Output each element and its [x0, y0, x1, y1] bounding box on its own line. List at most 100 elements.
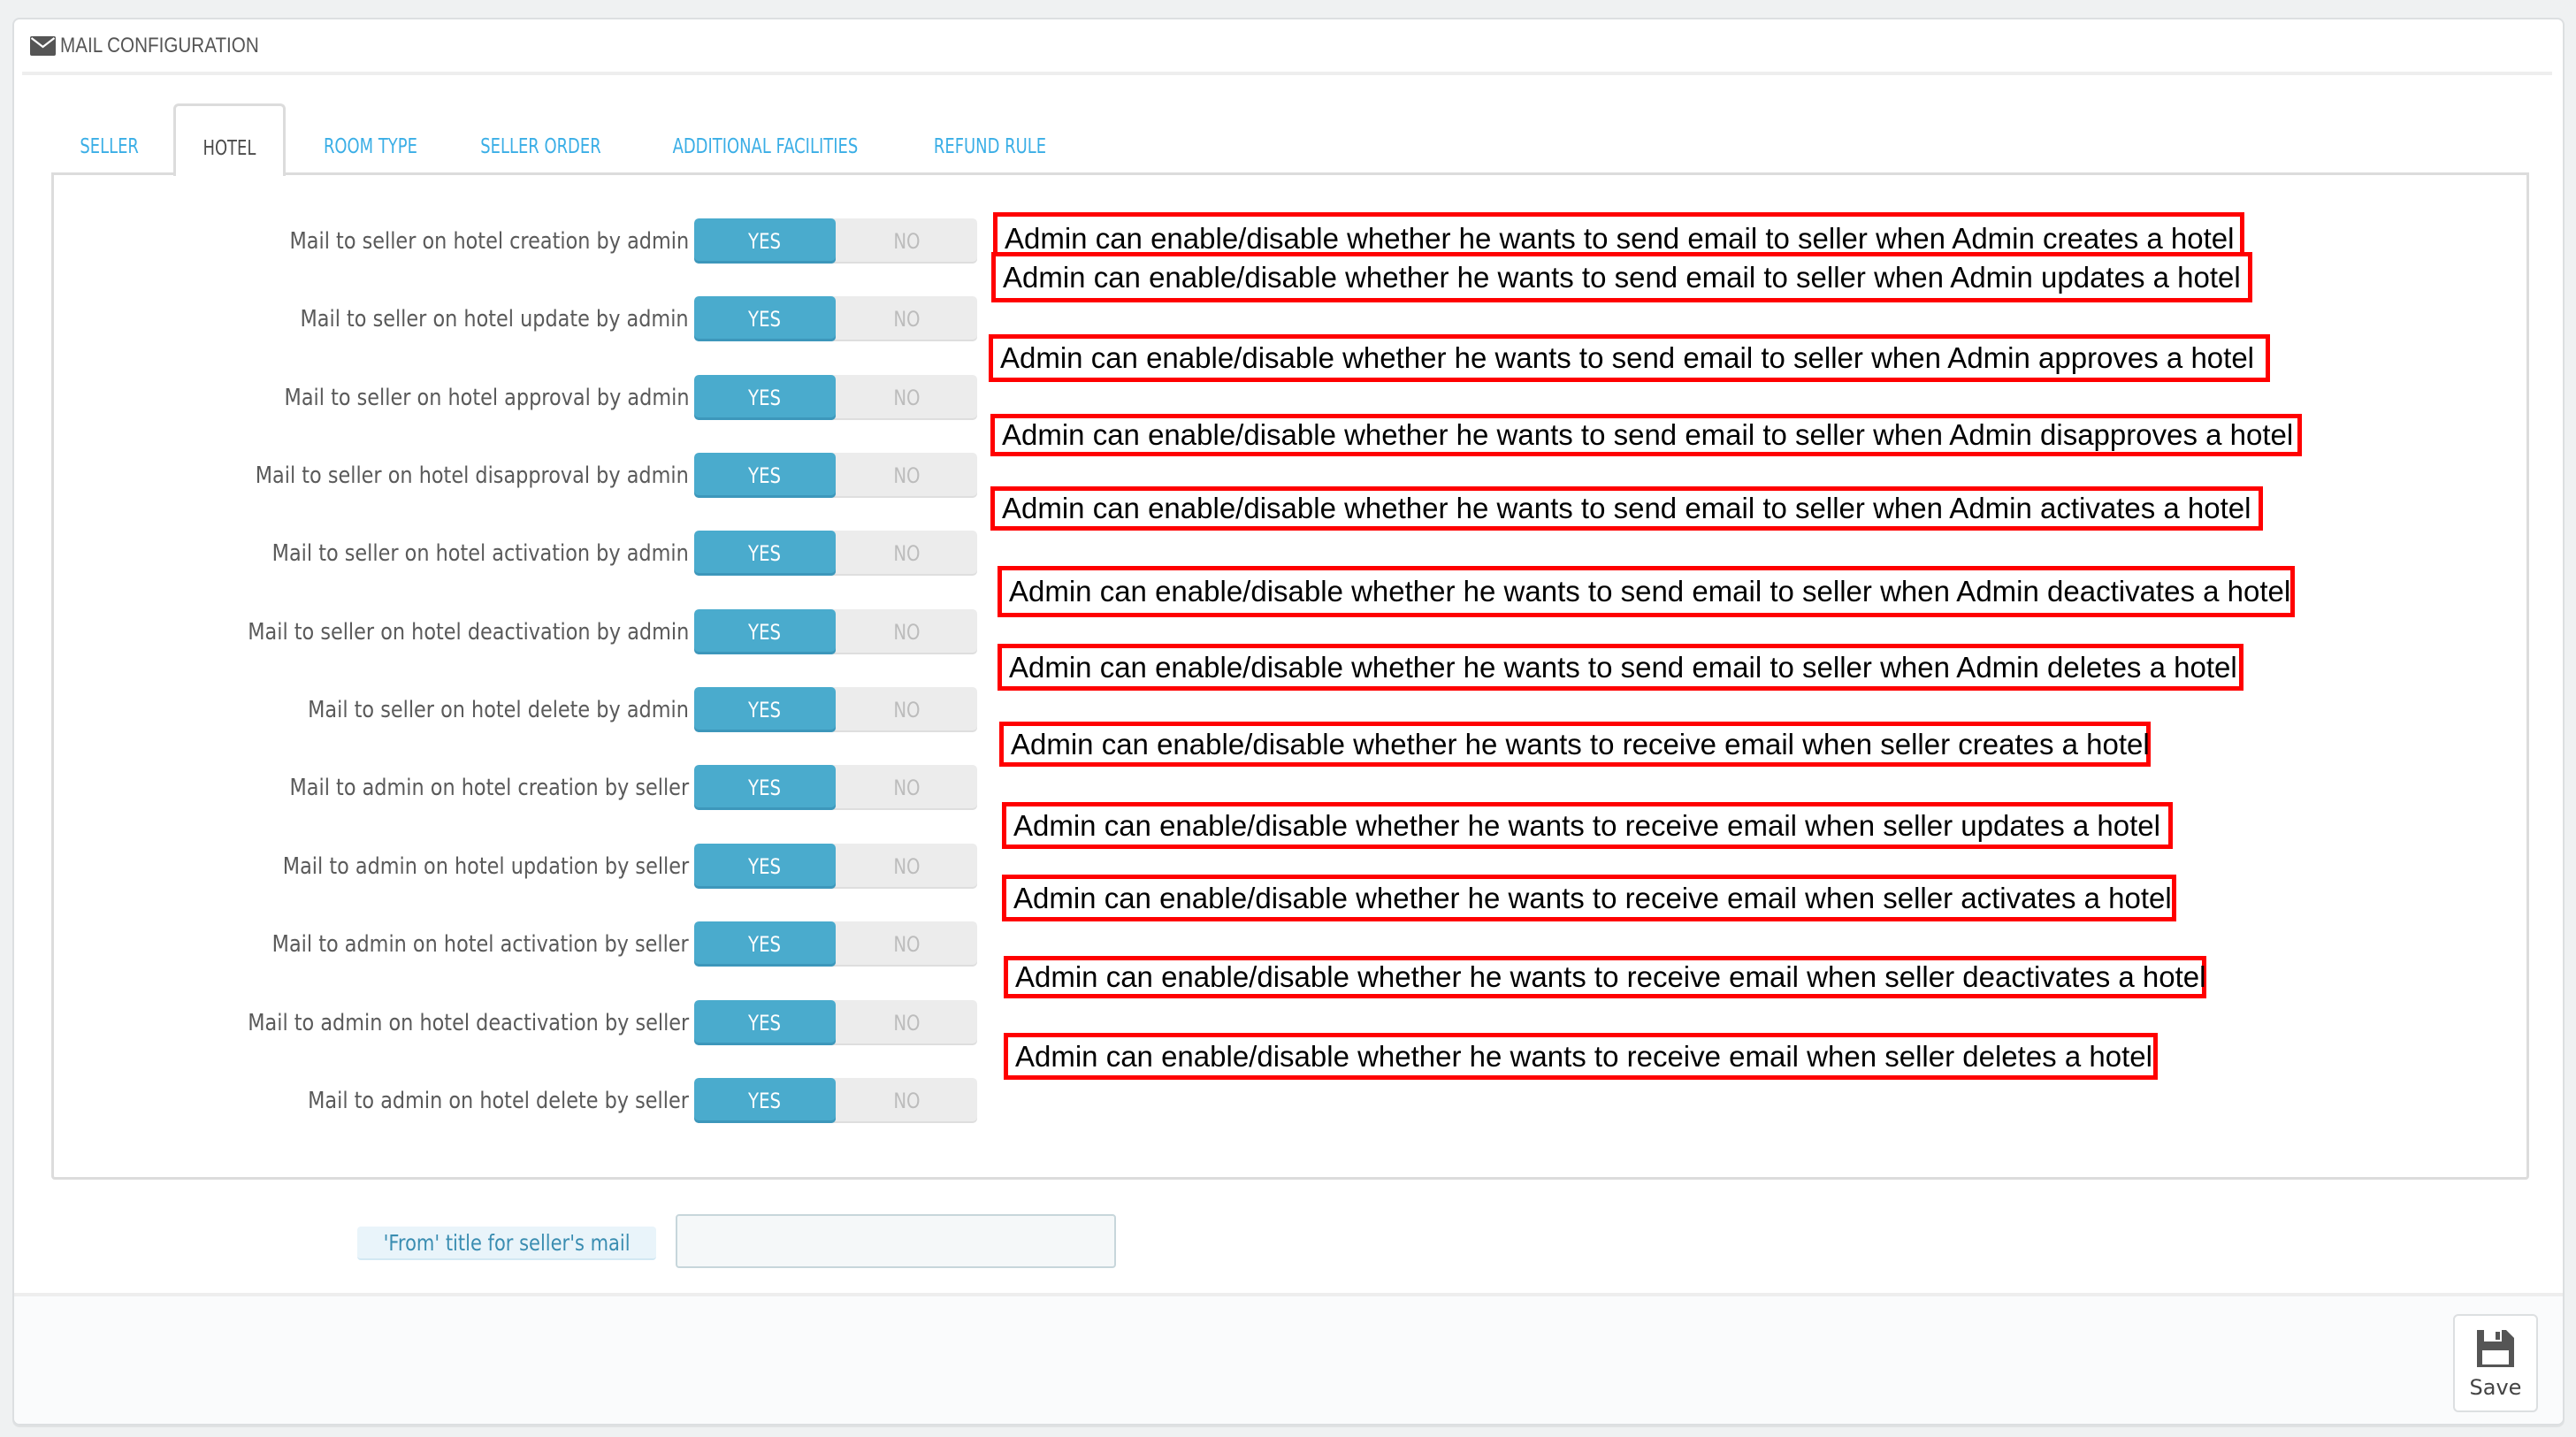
no-label: NO: [892, 540, 921, 566]
hotel-tab-pane: Mail to seller on hotel creation by admi…: [51, 172, 2529, 1180]
panel-footer: Save: [14, 1293, 2563, 1424]
setting-label: Mail to admin on hotel delete by seller: [246, 1078, 689, 1124]
switch-no-option[interactable]: NO: [836, 218, 977, 264]
yes-label: YES: [748, 853, 782, 879]
no-label: NO: [892, 697, 921, 722]
annotation-callout: Admin can enable/disable whether he want…: [990, 414, 2302, 456]
switch-yes-option[interactable]: YES: [694, 921, 836, 967]
switch-yes-option[interactable]: YES: [694, 609, 836, 654]
yes-label: YES: [748, 1010, 782, 1036]
setting-row: Mail to admin on hotel delete by seller Y…: [54, 1078, 2526, 1124]
envelope-icon: [30, 35, 56, 56]
switch-no-option[interactable]: NO: [836, 1000, 977, 1045]
yes-no-switch[interactable]: YES NO: [694, 375, 977, 420]
save-button[interactable]: Save: [2453, 1314, 2538, 1412]
switch-yes-option[interactable]: YES: [694, 218, 836, 264]
no-label: NO: [892, 385, 921, 410]
no-label: NO: [892, 931, 921, 957]
yes-no-switch[interactable]: YES NO: [694, 609, 977, 654]
setting-label-text: Mail to seller on hotel delete by admin: [308, 697, 689, 723]
yes-no-switch[interactable]: YES NO: [694, 218, 977, 264]
yes-label: YES: [748, 619, 782, 645]
annotation-callout: Admin can enable/disable whether he want…: [1004, 1033, 2158, 1080]
annotation-callout: Admin can enable/disable whether he want…: [989, 334, 2270, 382]
yes-label: YES: [748, 697, 782, 722]
annotation-callout: Admin can enable/disable whether he want…: [990, 486, 2263, 531]
switch-no-option[interactable]: NO: [836, 609, 977, 654]
annotation-callout: Admin can enable/disable whether he want…: [998, 644, 2243, 691]
yes-label: YES: [748, 931, 782, 957]
tab-room-type[interactable]: ROOM TYPE: [306, 103, 434, 176]
setting-label: Mail to seller on hotel update by admin: [237, 296, 689, 342]
setting-label-text: Mail to seller on hotel creation by admi…: [289, 228, 689, 255]
annotation-callout: Admin can enable/disable whether he want…: [991, 252, 2252, 302]
tab-label: SELLER: [80, 135, 140, 158]
setting-label: Mail to seller on hotel creation by admi…: [225, 218, 689, 264]
yes-no-switch[interactable]: YES NO: [694, 921, 977, 967]
yes-no-switch[interactable]: YES NO: [694, 1078, 977, 1123]
annotation-callout: Admin can enable/disable whether he want…: [999, 722, 2151, 767]
no-label: NO: [892, 1010, 921, 1036]
tab-hotel[interactable]: HOTEL: [173, 103, 286, 176]
switch-yes-option[interactable]: YES: [694, 687, 836, 732]
setting-label: Mail to admin on hotel activation by sel…: [204, 921, 689, 967]
tab-refund-rule[interactable]: REFUND RULE: [919, 103, 1060, 176]
yes-label: YES: [748, 462, 782, 488]
tab-seller[interactable]: SELLER: [53, 103, 166, 176]
yes-label: YES: [748, 228, 782, 254]
switch-no-option[interactable]: NO: [836, 375, 977, 420]
switch-yes-option[interactable]: YES: [694, 1078, 836, 1123]
tab-label: ADDITIONAL FACILITIES: [672, 135, 858, 158]
switch-yes-option[interactable]: YES: [694, 375, 836, 420]
setting-label-text: Mail to admin on hotel deactivation by s…: [247, 1010, 689, 1036]
tab-label: REFUND RULE: [933, 135, 1046, 158]
annotation-callout: Admin can enable/disable whether he want…: [1002, 802, 2173, 849]
yes-no-switch[interactable]: YES NO: [694, 687, 977, 732]
switch-no-option[interactable]: NO: [836, 687, 977, 732]
setting-label-text: Mail to seller on hotel update by admin: [300, 306, 689, 332]
switch-no-option[interactable]: NO: [836, 844, 977, 889]
panel-title: MAIL CONFIGURATION: [60, 33, 259, 57]
setting-label: Mail to seller on hotel approval by admi…: [218, 375, 689, 421]
setting-label-text: Mail to admin on hotel delete by seller: [308, 1088, 689, 1114]
switch-no-option[interactable]: NO: [836, 296, 977, 341]
setting-label: Mail to admin on hotel creation by selle…: [225, 765, 689, 811]
save-label: Save: [2469, 1374, 2522, 1400]
annotation-callout: Admin can enable/disable whether he want…: [1004, 956, 2206, 998]
from-title-label: 'From' title for seller's mail: [357, 1227, 656, 1260]
tab-seller-order[interactable]: SELLER ORDER: [465, 103, 615, 176]
switch-no-option[interactable]: NO: [836, 1078, 977, 1123]
panel-header: MAIL CONFIGURATION: [22, 19, 2552, 75]
yes-no-switch[interactable]: YES NO: [694, 453, 977, 498]
yes-no-switch[interactable]: YES NO: [694, 765, 977, 810]
tab-bar: SELLER HOTEL ROOM TYPE SELLER ORDER ADDI…: [14, 103, 2563, 176]
yes-label: YES: [748, 306, 782, 332]
switch-no-option[interactable]: NO: [836, 765, 977, 810]
floppy-disk-icon: [2477, 1329, 2514, 1367]
switch-yes-option[interactable]: YES: [694, 844, 836, 889]
yes-no-switch[interactable]: YES NO: [694, 531, 977, 576]
yes-no-switch[interactable]: YES NO: [694, 844, 977, 889]
yes-label: YES: [748, 540, 782, 566]
setting-label-text: Mail to seller on hotel approval by admi…: [284, 385, 689, 411]
switch-no-option[interactable]: NO: [836, 531, 977, 576]
switch-yes-option[interactable]: YES: [694, 453, 836, 498]
no-label: NO: [892, 462, 921, 488]
setting-label: Mail to seller on hotel delete by admin: [246, 687, 689, 733]
setting-label: Mail to admin on hotel updation by selle…: [217, 844, 689, 890]
switch-yes-option[interactable]: YES: [694, 765, 836, 810]
switch-no-option[interactable]: NO: [836, 921, 977, 967]
switch-yes-option[interactable]: YES: [694, 1000, 836, 1045]
switch-no-option[interactable]: NO: [836, 453, 977, 498]
yes-no-switch[interactable]: YES NO: [694, 296, 977, 341]
setting-label-text: Mail to seller on hotel disapproval by a…: [256, 462, 689, 489]
yes-label: YES: [748, 775, 782, 800]
tab-additional-facilities[interactable]: ADDITIONAL FACILITIES: [654, 103, 875, 176]
switch-yes-option[interactable]: YES: [694, 531, 836, 576]
setting-label-text: Mail to seller on hotel activation by ad…: [271, 540, 689, 567]
setting-label-text: Mail to admin on hotel activation by sel…: [271, 931, 689, 958]
from-title-input[interactable]: [676, 1214, 1116, 1268]
yes-no-switch[interactable]: YES NO: [694, 1000, 977, 1045]
setting-label: Mail to seller on hotel activation by ad…: [204, 531, 689, 577]
switch-yes-option[interactable]: YES: [694, 296, 836, 341]
